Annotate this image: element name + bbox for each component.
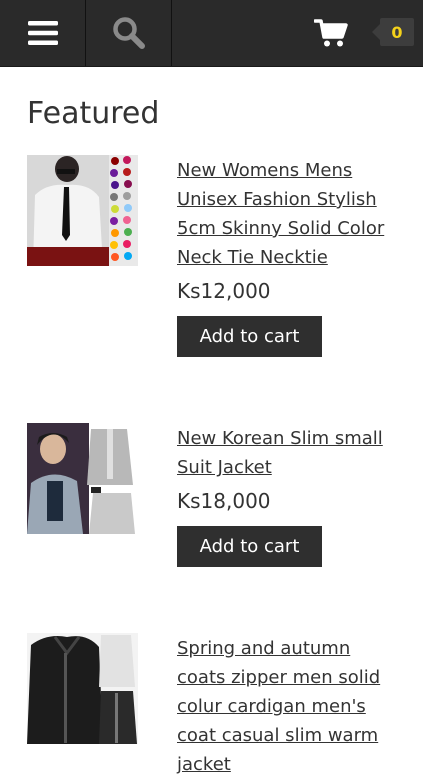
top-bar: 0 xyxy=(0,0,423,67)
add-to-cart-button[interactable]: Add to cart xyxy=(177,526,322,567)
cart-count: 0 xyxy=(380,18,414,46)
product-title-link[interactable]: New Korean Slim small Suit Jacket xyxy=(177,424,402,482)
product-image[interactable] xyxy=(27,423,138,534)
shopping-cart-icon xyxy=(314,19,348,47)
product-info: New Womens Mens Unisex Fashion Stylish 5… xyxy=(177,156,402,357)
product-price: Ks12,000 xyxy=(177,279,271,303)
product-image-tie xyxy=(27,155,138,266)
product-info: Spring and autumn coats zipper men solid… xyxy=(177,634,402,779)
product-image-suit xyxy=(27,423,138,534)
badge-arrow xyxy=(372,24,380,40)
product-image-jacket xyxy=(27,633,138,744)
search-button[interactable] xyxy=(86,0,172,66)
add-to-cart-button[interactable]: Add to cart xyxy=(177,316,322,357)
hamburger-menu-icon xyxy=(27,21,58,45)
magnifier-search-icon xyxy=(112,17,145,49)
product-price: Ks18,000 xyxy=(177,489,271,513)
product-image[interactable] xyxy=(27,633,138,744)
product-info: New Korean Slim small Suit Jacket Ks18,0… xyxy=(177,424,402,567)
product-image[interactable] xyxy=(27,155,138,266)
cart-count-badge[interactable]: 0 xyxy=(372,18,414,46)
page-title: Featured xyxy=(27,96,160,131)
product-title-link[interactable]: New Womens Mens Unisex Fashion Stylish 5… xyxy=(177,156,402,272)
cart-button[interactable] xyxy=(306,0,356,66)
product-title-link[interactable]: Spring and autumn coats zipper men solid… xyxy=(177,634,402,779)
menu-button[interactable] xyxy=(0,0,86,66)
